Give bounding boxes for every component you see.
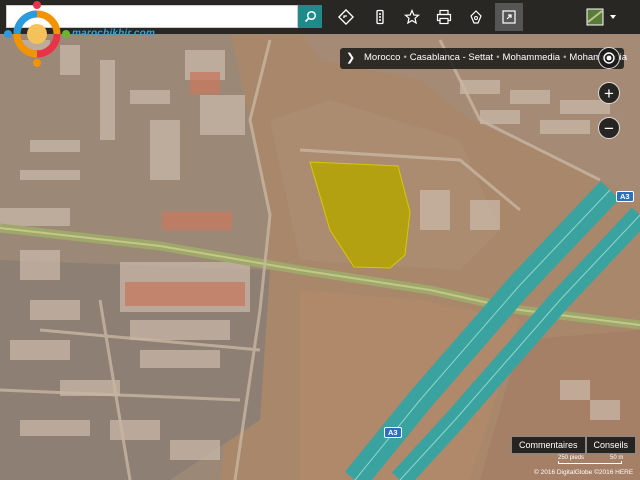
aerial-view-icon: [586, 8, 616, 26]
traffic-icon: [376, 9, 384, 25]
logo-text: marocbikhir.com: [72, 28, 156, 39]
zoom-out-button[interactable]: −: [598, 117, 620, 139]
traffic-button[interactable]: [366, 3, 394, 31]
tips-button[interactable]: Conseils: [585, 436, 637, 454]
breadcrumb-item[interactable]: Casablanca - Settat: [410, 52, 493, 63]
search-icon: [304, 10, 316, 23]
feedback-bar: Commentaires Conseils: [511, 436, 637, 454]
scale-bar: [558, 461, 622, 464]
zoom-in-label: +: [604, 83, 614, 103]
zoom-out-label: −: [604, 118, 614, 138]
comments-button[interactable]: Commentaires: [511, 436, 586, 454]
chevron-right-icon[interactable]: ❯: [346, 51, 355, 64]
site-logo: marocbikhir.com: [0, 0, 190, 70]
favorites-icon: [404, 9, 420, 25]
breadcrumb: ❯ Morocco • Casablanca - Settat • Mohammedia…: [340, 48, 627, 69]
fullscreen-button[interactable]: [495, 3, 523, 31]
favorites-button[interactable]: [398, 3, 426, 31]
zoom-in-button[interactable]: +: [598, 82, 620, 104]
search-button[interactable]: [298, 5, 322, 28]
satellite-map[interactable]: [0, 0, 640, 480]
share-button[interactable]: [462, 3, 490, 31]
print-icon: [436, 9, 452, 25]
breadcrumb-path: Morocco•Casablanca - Settat•Mohammedia•M…: [364, 52, 627, 63]
road-shield-a3: A3: [384, 427, 402, 438]
directions-button[interactable]: [332, 3, 360, 31]
share-icon: [470, 10, 482, 24]
locate-icon: [603, 52, 615, 64]
fullscreen-icon: [502, 10, 516, 24]
locate-me-button[interactable]: [598, 47, 620, 69]
road-shield-a3: A3: [616, 191, 634, 202]
map-style-button[interactable]: [584, 3, 622, 31]
map-imagery: [0, 0, 640, 480]
directions-icon: [338, 9, 354, 25]
map-scale: 250 pieds 50 m: [532, 455, 626, 465]
logo-emblem-icon: [4, 1, 70, 67]
print-button[interactable]: [430, 3, 458, 31]
breadcrumb-item[interactable]: Mohammedia: [503, 52, 561, 63]
copyright-text: © 2016 DigitalGlobe ©2016 HERE: [534, 469, 634, 476]
breadcrumb-item[interactable]: Morocco: [364, 52, 400, 63]
